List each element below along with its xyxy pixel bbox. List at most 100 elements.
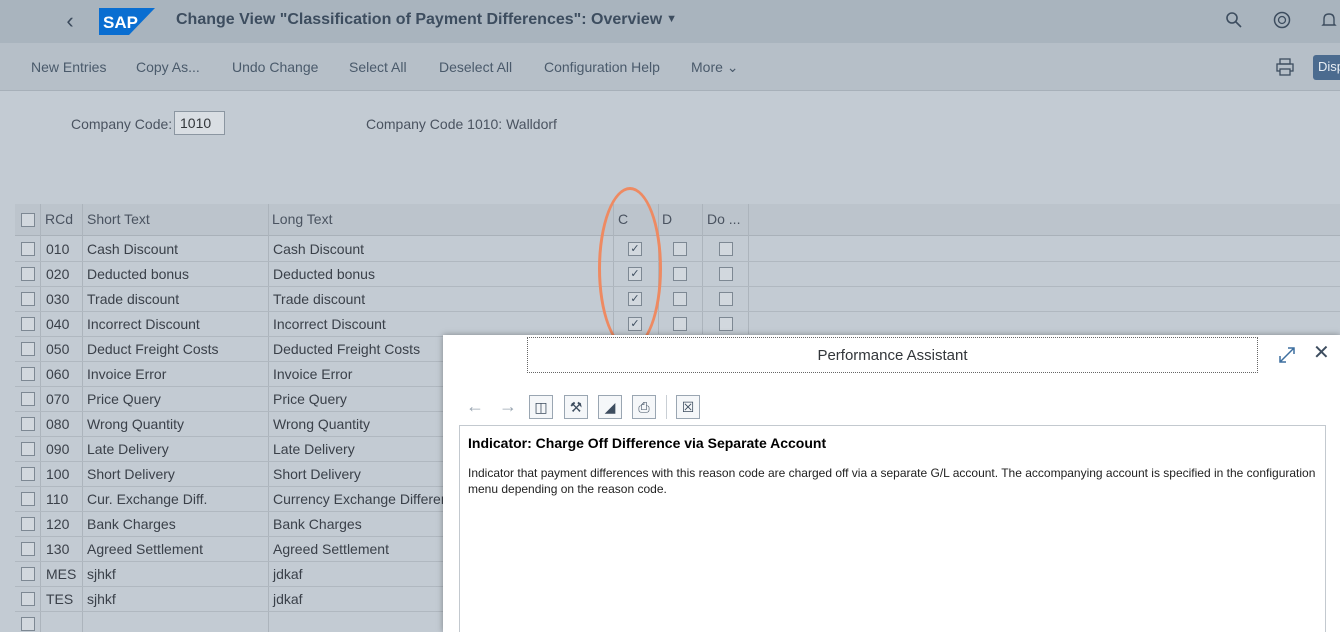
table-row[interactable]: 040 Incorrect Discount Incorrect Discount ✓ — [15, 312, 1340, 337]
cell-long-text: jdkaf — [273, 566, 303, 582]
deselect-all-button[interactable]: Deselect All — [439, 59, 512, 75]
row-select-checkbox[interactable] — [21, 367, 35, 381]
row-select-checkbox[interactable] — [21, 267, 35, 281]
cell-do-checkbox[interactable] — [719, 242, 733, 256]
cell-short-text: Incorrect Discount — [87, 316, 200, 332]
cell-long-text: Late Delivery — [273, 441, 355, 457]
row-select-checkbox[interactable] — [21, 517, 35, 531]
row-select-checkbox[interactable] — [21, 242, 35, 256]
help-text: Indicator that payment differences with … — [468, 466, 1316, 496]
cell-long-text: Agreed Settlement — [273, 541, 389, 557]
cell-do-checkbox[interactable] — [719, 267, 733, 281]
arrow-right-icon[interactable]: → — [496, 395, 520, 419]
row-select-checkbox[interactable] — [21, 317, 35, 331]
cell-rcd: 100 — [46, 466, 70, 482]
expand-icon[interactable] — [1278, 346, 1296, 364]
cell-d-checkbox[interactable] — [673, 242, 687, 256]
row-select-checkbox[interactable] — [21, 567, 35, 581]
cell-short-text: Cur. Exchange Diff. — [87, 491, 208, 507]
row-select-checkbox[interactable] — [21, 467, 35, 481]
cell-long-text: Currency Exchange Differen — [273, 491, 449, 507]
cell-short-text: Deduct Freight Costs — [87, 341, 219, 357]
close-icon[interactable]: ✕ — [1313, 343, 1331, 363]
bell-icon[interactable] — [1318, 11, 1340, 33]
cell-long-text: Deducted bonus — [273, 266, 375, 282]
table-row[interactable]: 030 Trade discount Trade discount ✓ — [15, 287, 1340, 312]
row-select-checkbox[interactable] — [21, 342, 35, 356]
cell-short-text: sjhkf — [87, 566, 116, 582]
cell-d-checkbox[interactable] — [673, 317, 687, 331]
toolbar: New Entries Copy As... Undo Change Selec… — [0, 43, 1340, 91]
cell-long-text: Trade discount — [273, 291, 366, 307]
cell-rcd: 060 — [46, 366, 70, 382]
row-select-checkbox[interactable] — [21, 542, 35, 556]
cell-short-text: Cash Discount — [87, 241, 179, 257]
display-button[interactable]: Disp — [1313, 55, 1340, 80]
technical-info-icon[interactable]: ◫ — [529, 395, 553, 419]
cell-short-text: Invoice Error — [87, 366, 167, 382]
row-select-checkbox[interactable] — [21, 442, 35, 456]
cell-short-text: Agreed Settlement — [87, 541, 203, 557]
new-entries-button[interactable]: New Entries — [31, 59, 106, 75]
row-select-checkbox[interactable] — [21, 392, 35, 406]
cell-short-text: Deducted bonus — [87, 266, 189, 282]
cell-long-text: jdkaf — [273, 591, 303, 607]
cell-rcd: 130 — [46, 541, 70, 557]
table-header: RCd Short Text Long Text C D Do ... — [15, 204, 1340, 236]
shell-bar: ‹ SAP Change View "Classification of Pay… — [0, 0, 1340, 43]
row-select-checkbox[interactable] — [21, 292, 35, 306]
flag-icon[interactable]: ◢ — [598, 395, 622, 419]
cell-rcd: 090 — [46, 441, 70, 457]
search-icon[interactable] — [1223, 11, 1245, 33]
cell-short-text: Trade discount — [87, 291, 180, 307]
company-code-field[interactable]: 1010 — [174, 111, 225, 135]
column-header-rcd[interactable]: RCd — [45, 211, 73, 227]
cell-do-checkbox[interactable] — [719, 292, 733, 306]
cell-d-checkbox[interactable] — [673, 292, 687, 306]
cell-short-text: Price Query — [87, 391, 161, 407]
undo-change-button[interactable]: Undo Change — [232, 59, 318, 75]
company-code-description: Company Code 1010: Walldorf — [366, 116, 557, 132]
cell-rcd: MES — [46, 566, 77, 582]
select-all-button[interactable]: Select All — [349, 59, 407, 75]
cell-d-checkbox[interactable] — [673, 267, 687, 281]
close-box-icon[interactable]: ☒ — [676, 395, 700, 419]
table-row[interactable]: 010 Cash Discount Cash Discount ✓ — [15, 237, 1340, 262]
cell-long-text: Incorrect Discount — [273, 316, 386, 332]
column-header-long-text[interactable]: Long Text — [272, 211, 332, 227]
column-header-do[interactable]: Do ... — [707, 211, 740, 227]
performance-assistant-dialog: Performance Assistant ✕ ← → ◫ ⚒ ◢ ⎙ ☒ In… — [443, 335, 1340, 632]
cell-rcd: 020 — [46, 266, 70, 282]
select-all-checkbox[interactable] — [21, 213, 35, 227]
table-row[interactable]: 020 Deducted bonus Deducted bonus ✓ — [15, 262, 1340, 287]
column-header-d[interactable]: D — [662, 211, 672, 227]
help-icon[interactable] — [1271, 11, 1293, 33]
cell-short-text: Late Delivery — [87, 441, 169, 457]
arrow-left-icon[interactable]: ← — [463, 395, 487, 419]
company-code-label: Company Code: — [71, 116, 173, 132]
cell-long-text: Short Delivery — [273, 466, 361, 482]
row-select-checkbox[interactable] — [21, 492, 35, 506]
help-content: Indicator: Charge Off Difference via Sep… — [459, 425, 1326, 632]
settings-icon[interactable]: ⚒ — [564, 395, 588, 419]
cell-rcd: 080 — [46, 416, 70, 432]
svg-text:SAP: SAP — [103, 13, 138, 32]
row-select-checkbox[interactable] — [21, 617, 35, 631]
page-title[interactable]: Change View "Classification of Payment D… — [176, 11, 677, 29]
cell-rcd: 010 — [46, 241, 70, 257]
cell-long-text: Bank Charges — [273, 516, 362, 532]
configuration-help-button[interactable]: Configuration Help — [544, 59, 660, 75]
row-select-checkbox[interactable] — [21, 592, 35, 606]
cell-do-checkbox[interactable] — [719, 317, 733, 331]
dialog-title[interactable]: Performance Assistant — [527, 337, 1258, 373]
chevron-down-icon[interactable]: ▼ — [666, 13, 677, 25]
chevron-left-icon[interactable]: ‹ — [58, 9, 82, 33]
column-header-short-text[interactable]: Short Text — [87, 211, 150, 227]
print-icon[interactable] — [1276, 58, 1294, 76]
cell-rcd: 030 — [46, 291, 70, 307]
copy-as-button[interactable]: Copy As... — [136, 59, 200, 75]
row-select-checkbox[interactable] — [21, 417, 35, 431]
cell-short-text: Wrong Quantity — [87, 416, 185, 432]
more-menu-button[interactable]: More ⌄ — [691, 59, 739, 76]
print-icon[interactable]: ⎙ — [632, 395, 656, 419]
